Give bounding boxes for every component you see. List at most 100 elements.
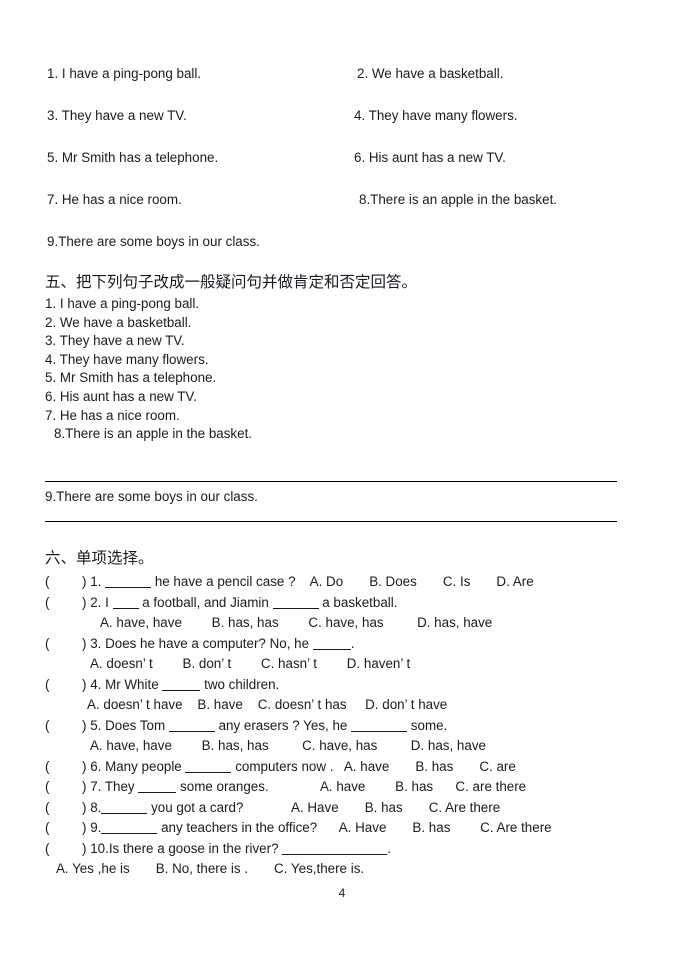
mc-choices-5[interactable]: A. have, have B. has, has C. have, has D… [45,736,645,757]
section-five-heading: 五、把下列句子改成一般疑问句并做肯定和否定回答。 [45,274,418,291]
answer-parenthesis-2[interactable]: ( [45,593,82,614]
mc-blank-2b[interactable] [272,596,319,609]
section-five-question: 3. They have a new TV. [45,333,185,349]
section-five-question: 6. His aunt has a new TV. [45,388,197,404]
mc-blank-9[interactable] [101,821,158,834]
mc-blank-5a[interactable] [168,719,215,732]
mc-stem-pre-6: Many people [101,758,186,774]
mc-item-3: () 3. Does he have a computer? No, he . [45,634,645,655]
answer-row: 3. They have a new TV. 4. They have many… [47,108,637,150]
mc-inline-choices-8[interactable]: A. Have B. has C. Are there [243,800,500,815]
mc-stem-pre-7: They [101,779,139,794]
mc-item-2: () 2. I a football, and Jiamin a basketb… [45,593,645,614]
answer-left-3: 3. They have a new TV. [47,108,187,123]
answer-left-5: 5. Mr Smith has a telephone. [47,150,219,165]
answer-left-1: 1. I have a ping-pong ball. [47,66,202,81]
section-five-question: 8.There is an apple in the basket. [54,426,253,442]
mc-number-1: 1. [90,574,102,589]
section-five-question: 4. They have many flowers. [45,351,209,367]
mc-blank-1[interactable] [105,575,152,588]
answers-two-column-block: 1. I have a ping-pong ball. 2. We have a… [47,66,637,258]
mc-stem-pre-10: Is there a goose in the river? [108,840,283,856]
mc-blank-8[interactable] [101,801,148,814]
ruled-answer-text: 9.There are some boys in our class. [45,489,258,504]
mc-item-5: () 5. Does Tom any erasers ? Yes, he som… [45,716,645,737]
mc-item-4: () 4. Mr White two children. [45,675,645,696]
mc-choices-10[interactable]: A. Yes ,he is B. No, there is . C. Yes,t… [45,859,645,880]
mc-stem-post-10: . [387,840,391,856]
mc-item-8: () 8. you got a card? A. Have B. has C. … [45,798,645,819]
mc-item-6: () 6. Many people computers now . A. hav… [45,757,645,778]
mc-stem-post-4: two children. [200,676,280,692]
worksheet-page: 1. I have a ping-pong ball. 2. We have a… [0,0,684,968]
answer-parenthesis-10[interactable]: ( [45,839,82,860]
mc-stem-post-9: any teachers in the office? [157,820,318,835]
mc-number-2: 2. [90,594,102,610]
mc-item-9: () 9. any teachers in the office? A. Hav… [45,818,645,839]
mc-number-5: 5. [90,717,102,733]
mc-stem-post-6: computers now . [231,758,334,774]
answer-row: 1. I have a ping-pong ball. 2. We have a… [47,66,637,108]
mc-choices-3[interactable]: A. doesn’ t B. don’ t C. hasn’ t D. have… [45,654,645,675]
page-number: 4 [338,886,346,900]
section-five-question: 5. Mr Smith has a telephone. [45,370,217,386]
answer-row: 7. He has a nice room. 8.There is an app… [47,192,637,234]
mc-blank-7[interactable] [138,780,177,793]
mc-blank-3[interactable] [312,637,351,650]
mc-number-7: 7. [90,779,102,794]
mc-stem-pre-4: Mr White [101,676,163,692]
mc-stem-pre-5: Does Tom [101,717,169,733]
answer-parenthesis-5[interactable]: ( [45,716,82,737]
section-six: 六、单项选择。 () 1. he have a pencil case ? A.… [45,548,645,880]
mc-stem-post-3: . [350,635,355,651]
mc-item-10: () 10.Is there a goose in the river? . [45,839,645,860]
section-five-question: 2. We have a basketball. [45,314,192,330]
mc-stem-post-1: he have a pencil case ? [151,574,296,589]
answer-right-8: 8.There is an apple in the basket. [359,192,558,207]
section-five: 五、把下列句子改成一般疑问句并做肯定和否定回答。 1. I have a pin… [45,272,635,444]
answer-right-6: 6. His aunt has a new TV. [354,150,506,165]
mc-number-4: 4. [90,676,102,692]
mc-stem-post-2: a football, and Jiamin [138,594,273,610]
mc-stem-post-5: any erasers ? Yes, he [214,717,352,733]
mc-item-7: () 7. They some oranges. A. have B. has … [45,777,645,798]
mc-number-6: 6. [90,758,102,774]
section-six-heading: 六、单项选择。 [45,550,154,567]
section-five-question: 1. I have a ping-pong ball. [45,296,200,311]
mc-inline-choices-1[interactable]: A. Do B. Does C. Is D. Are [296,574,534,589]
answer-right-2: 2. We have a basketball. [357,66,504,81]
mc-choices-4[interactable]: A. doesn’ t have B. have C. doesn’ t has… [45,695,645,716]
answer-row: 5. Mr Smith has a telephone. 6. His aunt… [47,150,637,192]
mc-stem-pre-2: I [101,594,113,610]
mc-inline-choices-7[interactable]: A. have B. has C. are there [269,779,526,794]
answer-rule-line [45,481,617,482]
mc-number-3: 3. [90,635,102,651]
answer-parenthesis-4[interactable]: ( [45,675,82,696]
mc-stem-post-7: some oranges. [176,779,269,794]
mc-blank-5b[interactable] [351,719,408,732]
answer-parenthesis-8[interactable]: ( [45,798,82,819]
answer-left-7: 7. He has a nice room. [47,192,182,207]
mc-item-1: () 1. he have a pencil case ? A. Do B. D… [45,572,645,593]
mc-number-8: 8. [90,799,102,815]
mc-blank-10[interactable] [282,842,388,855]
mc-blank-4[interactable] [162,678,201,691]
mc-stem-tail-2: a basketball. [318,594,398,610]
mc-number-9: 9. [90,820,102,835]
answer-parenthesis-9[interactable]: ( [45,818,82,839]
mc-stem-tail-5: some. [407,717,448,733]
answer-parenthesis-1[interactable]: ( [45,572,82,593]
answer-parenthesis-3[interactable]: ( [45,634,82,655]
section-five-question: 7. He has a nice room. [45,407,180,423]
mc-choices-2[interactable]: A. have, have B. has, has C. have, has D… [45,613,645,634]
mc-blank-2a[interactable] [112,596,139,609]
answer-right-4: 4. They have many flowers. [354,108,518,123]
mc-stem-pre-3: Does he have a computer? No, he [101,635,313,651]
mc-inline-choices-6[interactable]: A. have B. has C. are [333,759,516,774]
mc-inline-choices-9[interactable]: A. Have B. has C. Are there [317,820,552,835]
answer-parenthesis-7[interactable]: ( [45,777,82,798]
answer-left-9: 9.There are some boys in our class. [47,234,260,249]
answer-parenthesis-6[interactable]: ( [45,757,82,778]
mc-number-10: 10. [90,840,109,856]
mc-blank-6[interactable] [185,760,232,773]
